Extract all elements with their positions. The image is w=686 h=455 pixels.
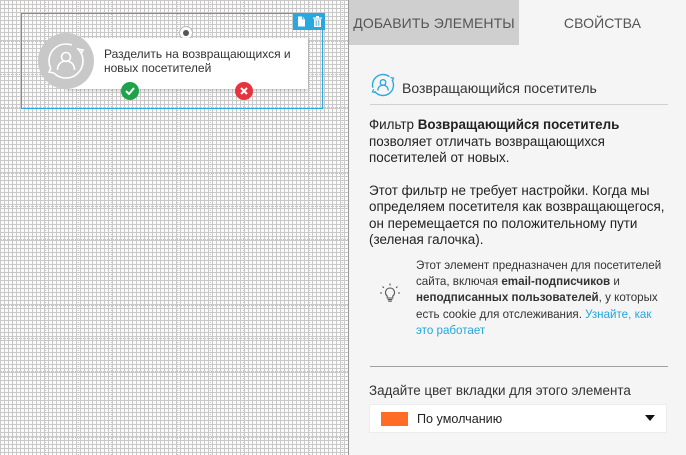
- element-title: Возвращающийся посетитель: [402, 79, 597, 96]
- divider: [370, 104, 668, 105]
- yes-path-port[interactable]: [121, 82, 139, 100]
- workflow-canvas[interactable]: Разделить на возвращающихся и новых посе…: [0, 0, 348, 455]
- tab-add-elements[interactable]: ДОБАВИТЬ ЭЛЕМЕНТЫ: [349, 0, 519, 45]
- properties-panel: ДОБАВИТЬ ЭЛЕМЕНТЫ СВОЙСТВА Возвращающийс…: [349, 0, 686, 455]
- cross-icon: [240, 87, 248, 95]
- element-header: Возвращающийся посетитель: [370, 72, 597, 103]
- color-swatch: [381, 412, 408, 426]
- tab-properties[interactable]: СВОЙСТВА: [519, 0, 686, 45]
- returning-visitor-icon: [370, 72, 396, 103]
- element-description: Фильтр Возвращающийся посетитель позволя…: [369, 117, 669, 265]
- split-node-label: Разделить на возвращающихся и новых посе…: [104, 47, 291, 75]
- tab-color-label: Задайте цвет вкладки для этого элемента: [369, 383, 631, 398]
- tip-text: Этот элемент предназначен для посетителе…: [416, 259, 662, 337]
- returning-visitor-icon: [38, 33, 94, 89]
- node-toolbar: [293, 13, 325, 30]
- divider: [370, 366, 668, 367]
- split-node-card[interactable]: Разделить на возвращающихся и новых посе…: [66, 38, 308, 89]
- lightbulb-icon: [379, 282, 401, 309]
- no-path-port[interactable]: [235, 82, 253, 100]
- copy-icon[interactable]: [297, 16, 306, 27]
- trash-icon[interactable]: [312, 16, 322, 27]
- tab-color-select[interactable]: По умолчанию: [369, 404, 667, 433]
- tab-color-value: По умолчанию: [417, 412, 503, 426]
- chevron-down-icon: [645, 415, 655, 421]
- checkmark-icon: [125, 87, 135, 95]
- description-paragraph-2: Этот фильтр не требует настройки. Когда …: [369, 182, 665, 248]
